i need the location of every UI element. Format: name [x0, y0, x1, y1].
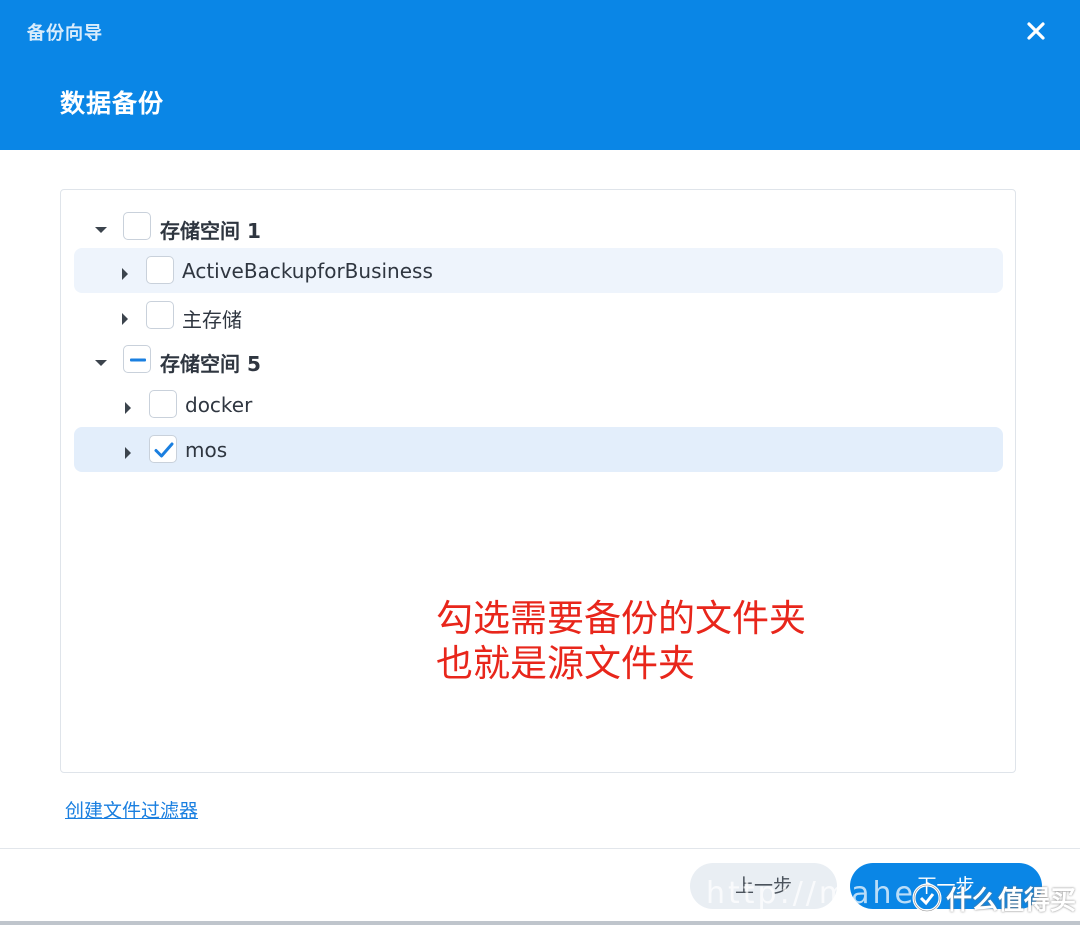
tree-item-row[interactable]: mos: [74, 427, 1003, 472]
tree-item-label: 主存储: [182, 308, 242, 332]
annotation-line: 勾选需要备份的文件夹: [436, 597, 806, 640]
page-title: 数据备份: [60, 89, 165, 118]
watermark-url: http://mahe: [706, 876, 916, 911]
watermark-brand: 什么值得买: [946, 886, 1077, 916]
tree-item-label: ActiveBackupforBusiness: [182, 259, 433, 283]
window-bottom-edge: [0, 921, 1080, 925]
caret-down-icon[interactable]: [95, 221, 107, 233]
wizard-header: 备份向导 数据备份: [0, 0, 1080, 150]
annotation-line: 也就是源文件夹: [436, 642, 695, 685]
tree-item-label: mos: [185, 438, 228, 462]
create-filter-link[interactable]: 创建文件过滤器: [65, 796, 198, 823]
tree-item-label: docker: [185, 393, 253, 417]
checkbox[interactable]: [146, 256, 174, 284]
tree-group-label: 存储空间 5: [160, 352, 261, 376]
tree-item-row[interactable]: ActiveBackupforBusiness: [74, 248, 1003, 293]
caret-right-icon[interactable]: [119, 310, 131, 325]
checkbox[interactable]: [149, 390, 177, 418]
watermark-logo-icon: [912, 883, 942, 913]
tree-item-row[interactable]: 主存储: [74, 293, 1003, 338]
tree-group-row[interactable]: 存储空间 1: [74, 204, 1003, 249]
caret-down-icon[interactable]: [95, 354, 107, 366]
checkbox[interactable]: [146, 301, 174, 329]
caret-right-icon[interactable]: [122, 444, 134, 459]
checkbox-checked[interactable]: [149, 435, 177, 463]
tree-group-label: 存储空间 1: [160, 219, 261, 243]
tree-group-row[interactable]: 存储空间 5: [74, 337, 1003, 382]
footer-divider: [0, 848, 1080, 849]
wizard-title: 备份向导: [27, 23, 103, 44]
annotation-text: 勾选需要备份的文件夹 也就是源文件夹: [436, 596, 806, 686]
checkbox-partial[interactable]: [123, 345, 151, 373]
caret-right-icon[interactable]: [122, 399, 134, 414]
checkbox[interactable]: [123, 212, 151, 240]
caret-right-icon[interactable]: [119, 265, 131, 280]
tree-item-row[interactable]: docker: [74, 382, 1003, 427]
close-icon[interactable]: [1022, 17, 1050, 45]
